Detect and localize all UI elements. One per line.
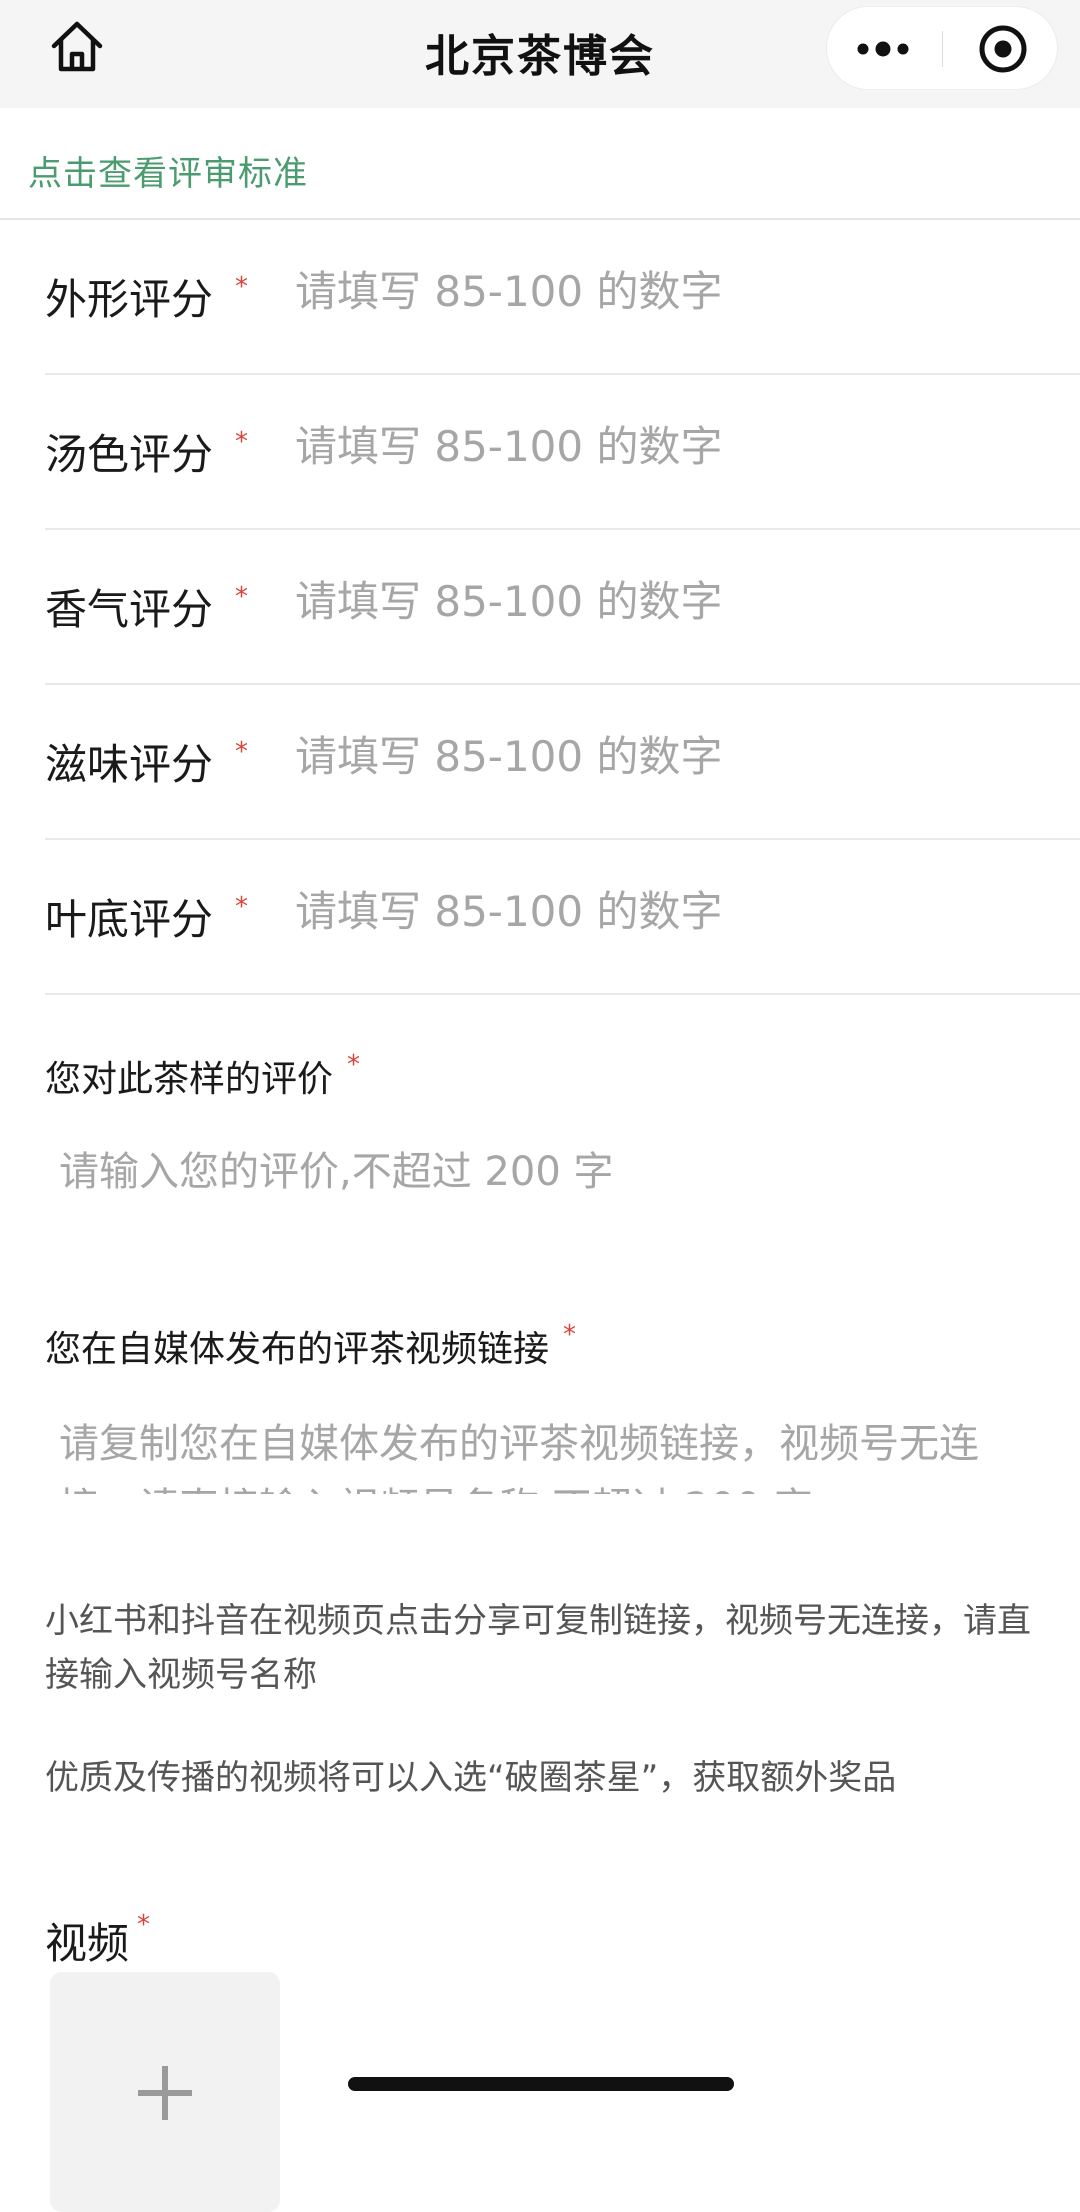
close-button[interactable] (947, 7, 1059, 91)
navigation-bar: 北京茶博会 (0, 0, 1080, 108)
taste-score-input[interactable] (295, 721, 1035, 791)
review-textarea[interactable] (45, 1140, 1035, 1270)
video-link-textarea[interactable] (45, 1412, 1035, 1494)
required-mark: * (235, 892, 248, 922)
video-link-label-text: 您在自媒体发布的评茶视频链接 (45, 1329, 550, 1370)
score-label: 香气评分 (45, 585, 214, 634)
video-label: 视频 * (45, 1910, 150, 1971)
share-hint-text: 小红书和抖音在视频页点击分享可复制链接，视频号无连接，请直接输入视频号名称 (45, 1601, 1031, 1695)
score-row-appearance: 外形评分 * (45, 220, 1080, 375)
review-label-text: 您对此茶样的评价 (45, 1059, 334, 1100)
aroma-score-input[interactable] (295, 566, 1035, 636)
required-mark: * (347, 1050, 361, 1080)
capsule-divider (942, 31, 943, 67)
more-button[interactable] (827, 7, 939, 91)
score-row-taste: 滋味评分 * (45, 685, 1080, 840)
score-label: 汤色评分 (45, 430, 214, 479)
score-label: 滋味评分 (45, 740, 214, 789)
required-mark: * (235, 737, 248, 767)
video-upload-button[interactable] (50, 1972, 280, 2212)
required-mark: * (235, 272, 248, 302)
score-row-aroma: 香气评分 * (45, 530, 1080, 685)
required-mark: * (563, 1320, 577, 1350)
score-row-liquor-color: 汤色评分 * (45, 375, 1080, 530)
more-dots-icon (857, 41, 909, 57)
video-link-label: 您在自媒体发布的评茶视频链接 * (45, 1320, 576, 1372)
liquor-color-score-input[interactable] (295, 411, 1035, 481)
review-label: 您对此茶样的评价 * (45, 1050, 360, 1102)
mini-program-capsule (826, 6, 1058, 90)
appearance-score-input[interactable] (295, 256, 1035, 326)
required-mark: * (235, 582, 248, 612)
score-label: 外形评分 (45, 275, 214, 324)
score-label: 叶底评分 (45, 895, 214, 944)
video-label-text: 视频 (45, 1919, 130, 1968)
award-hint-text: 优质及传播的视频将可以入选“破圈茶星”，获取额外奖品 (45, 1758, 897, 1798)
leaf-base-score-input[interactable] (295, 876, 1035, 946)
required-mark: * (235, 427, 248, 457)
score-row-leaf-base: 叶底评分 * (45, 840, 1080, 995)
required-mark: * (137, 1910, 151, 1940)
home-indicator (348, 2077, 734, 2091)
plus-icon (138, 2066, 192, 2120)
target-close-icon (979, 25, 1027, 73)
review-criteria-link[interactable]: 点击查看评审标准 (28, 146, 308, 195)
